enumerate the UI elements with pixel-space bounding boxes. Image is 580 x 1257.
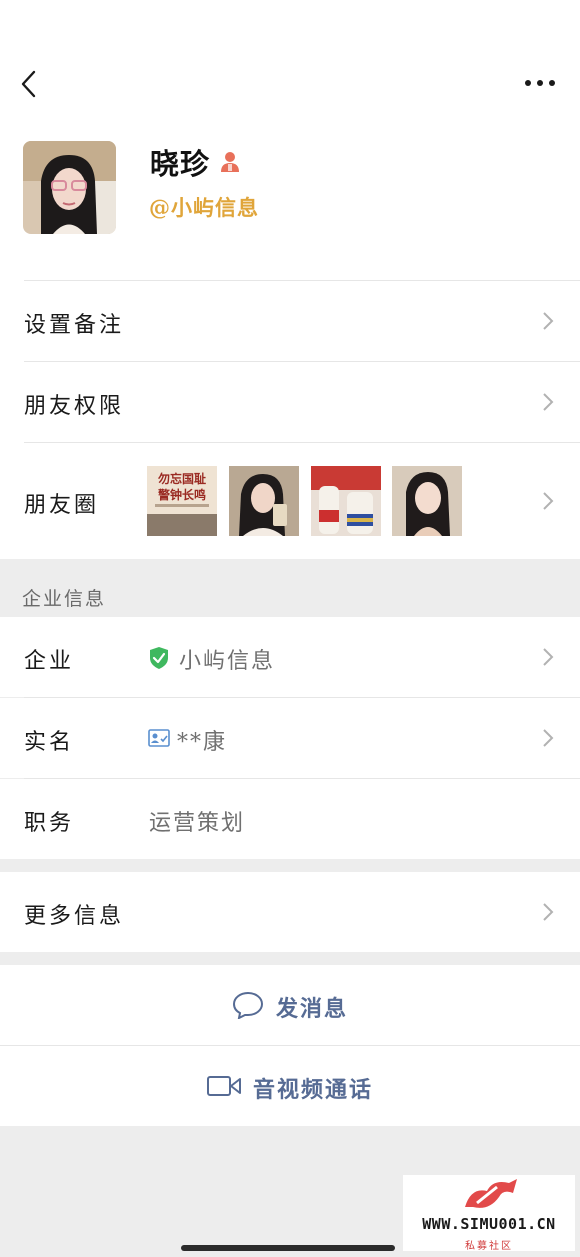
realname-label: 实名: [24, 730, 75, 755]
more-info-row[interactable]: 更多信息: [0, 872, 580, 952]
moments-thumbnail[interactable]: [311, 466, 381, 536]
enterprise-row[interactable]: 企业 小屿信息: [0, 617, 580, 697]
send-message-label: 发消息: [276, 996, 349, 1022]
organization-tag[interactable]: @小屿信息: [149, 192, 259, 222]
chat-bubble-icon: [232, 991, 264, 1019]
job-title-label: 职务: [24, 811, 75, 836]
back-arrow-icon[interactable]: [18, 68, 42, 100]
thumbnail-text-line: [155, 504, 209, 507]
thumbnail-image-strip: [147, 514, 217, 536]
chevron-right-icon: [543, 492, 554, 510]
chevron-right-icon: [543, 729, 554, 747]
job-title-row: 职务 运营策划: [0, 779, 580, 859]
realname-row[interactable]: 实名 **康: [0, 698, 580, 778]
chevron-right-icon: [543, 648, 554, 666]
thumbnail-title: 警钟长鸣: [157, 488, 206, 502]
person-icon: [221, 152, 239, 172]
watermark-sub: 私募社区: [465, 1241, 513, 1252]
enterprise-label: 企业: [24, 649, 75, 674]
realname-value: **康: [177, 730, 228, 755]
contact-name: 晓珍: [150, 147, 211, 181]
video-call-label: 音视频通话: [253, 1077, 374, 1103]
verified-shield-icon: [150, 647, 168, 669]
send-message-button[interactable]: 发消息: [0, 965, 580, 1045]
enterprise-section-label: 企业信息: [22, 588, 107, 610]
more-options-icon[interactable]: [522, 74, 558, 92]
watermark-site: WWW.SIMU001.CN: [422, 1215, 556, 1233]
more-info-label: 更多信息: [24, 904, 125, 929]
job-title-value: 运营策划: [149, 811, 246, 836]
moments-thumbnail[interactable]: [229, 466, 299, 536]
set-remark-label: 设置备注: [24, 313, 125, 338]
moments-thumbnail[interactable]: 勿忘国耻 警钟长鸣: [147, 466, 217, 536]
id-card-icon: [148, 729, 170, 747]
moments-label: 朋友圈: [24, 493, 100, 518]
video-call-button[interactable]: 音视频通话: [0, 1046, 580, 1126]
watermark-logo: [465, 1179, 517, 1208]
friend-permissions-row[interactable]: 朋友权限: [0, 362, 580, 442]
enterprise-value: 小屿信息: [179, 649, 276, 674]
moments-thumbnail[interactable]: [392, 466, 462, 536]
chevron-right-icon: [543, 903, 554, 921]
chevron-right-icon: [543, 393, 554, 411]
home-indicator[interactable]: [181, 1245, 395, 1251]
avatar[interactable]: [23, 141, 116, 234]
friend-permissions-label: 朋友权限: [24, 394, 125, 419]
set-remark-row[interactable]: 设置备注: [0, 281, 580, 361]
thumbnail-title: 勿忘国耻: [157, 472, 206, 486]
chevron-right-icon: [543, 312, 554, 330]
watermark: WWW.SIMU001.CN 私募社区: [403, 1175, 575, 1252]
video-camera-icon: [207, 1076, 241, 1096]
